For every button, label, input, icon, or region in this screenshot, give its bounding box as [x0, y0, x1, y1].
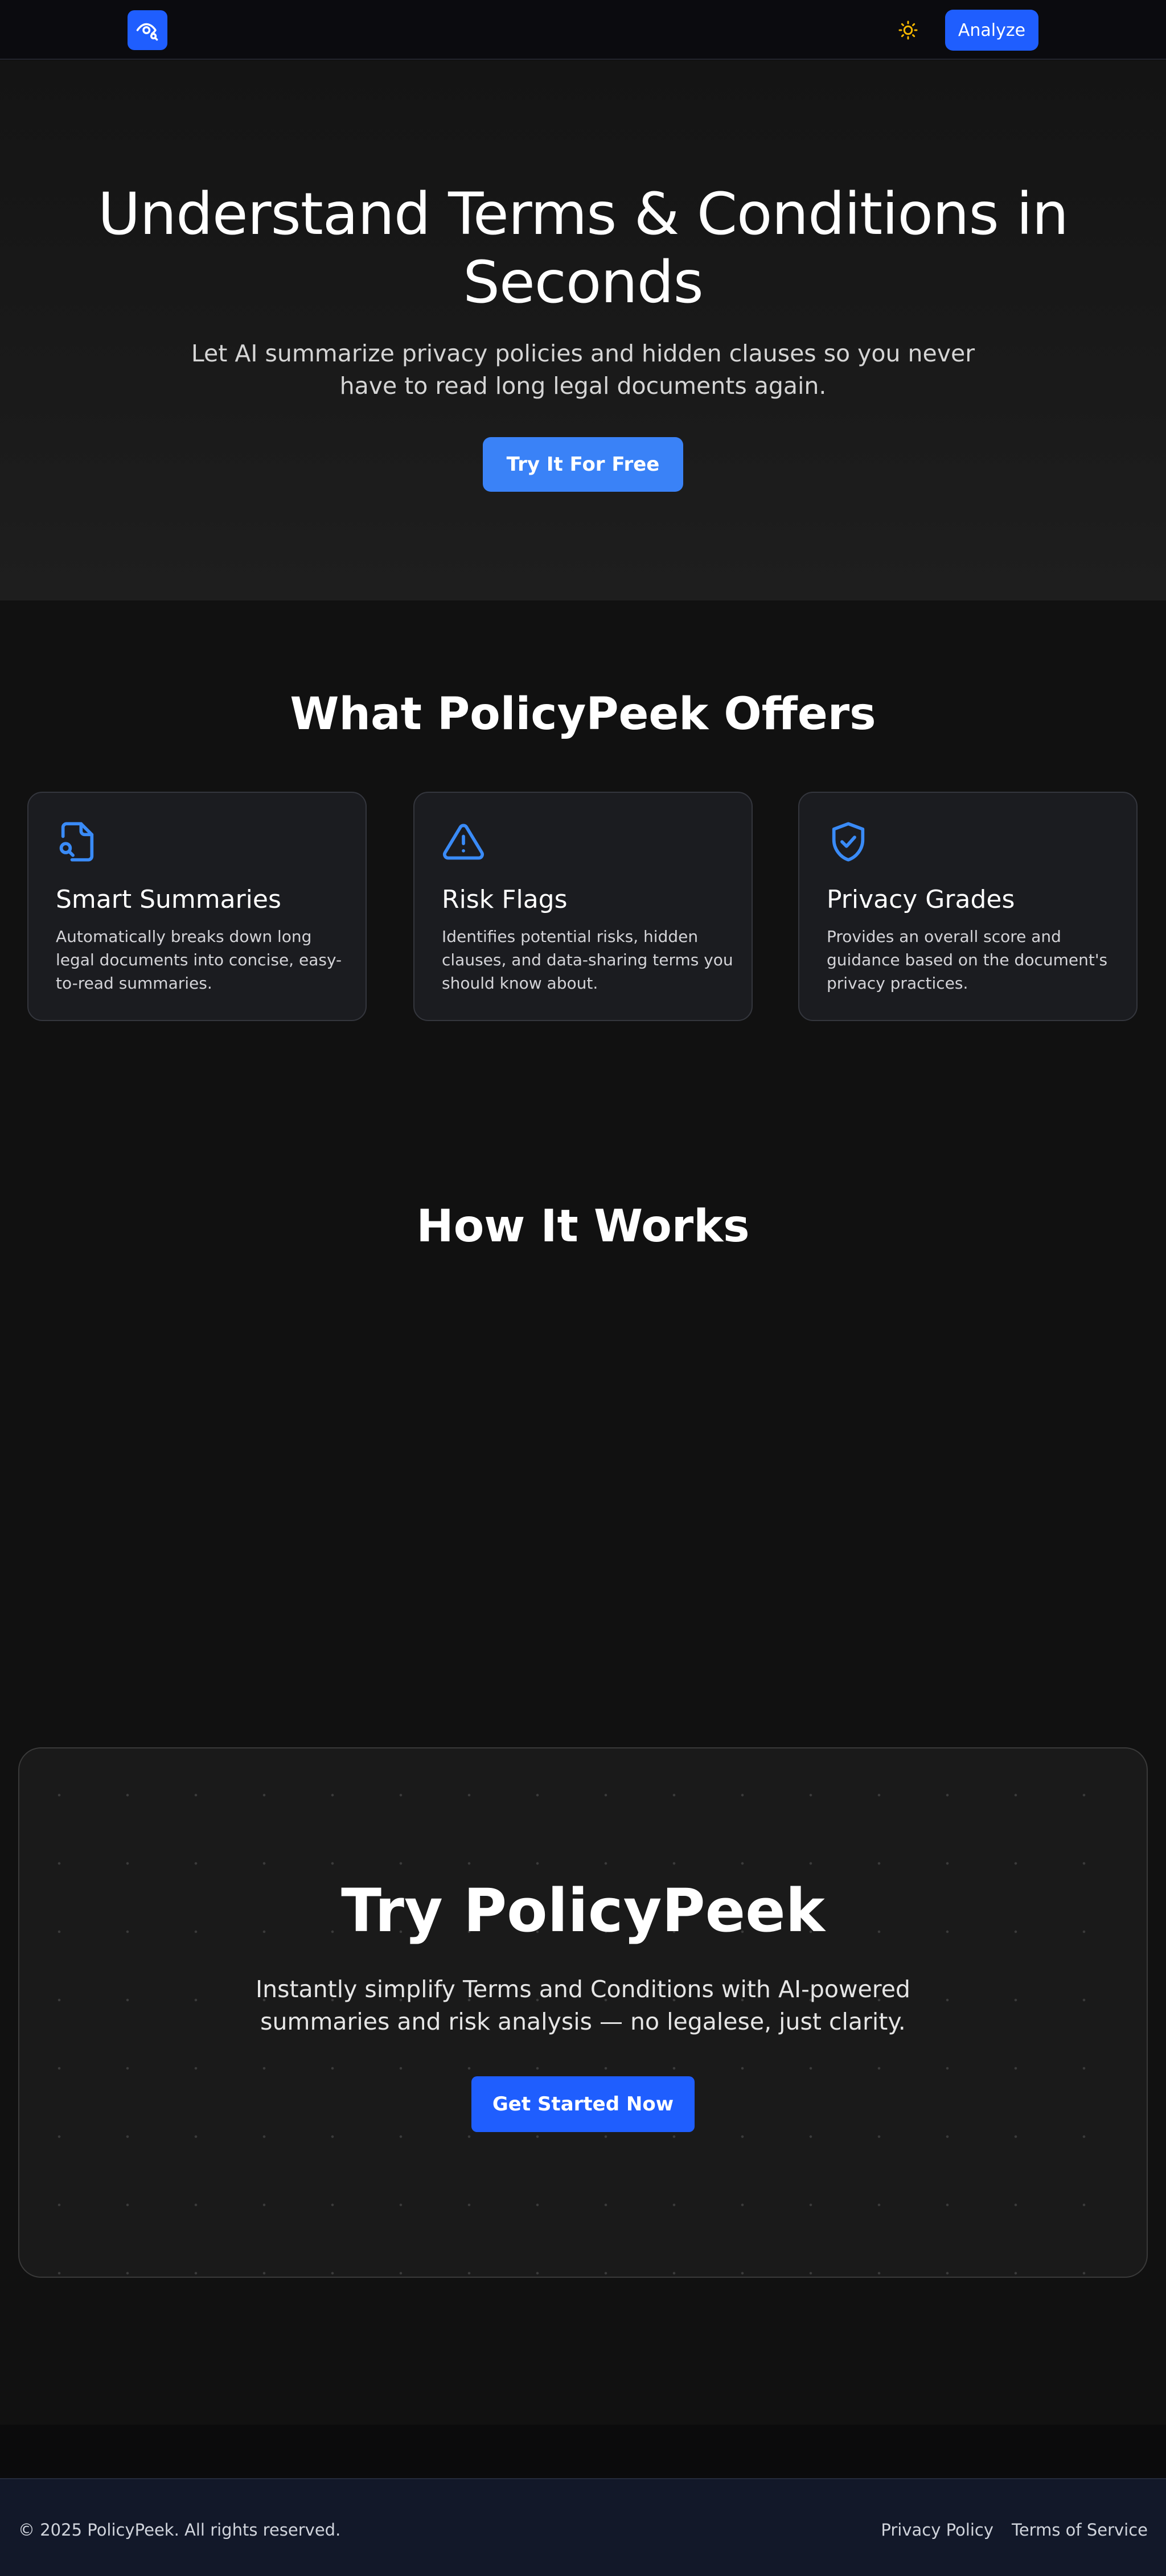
card-title: Risk Flags [442, 885, 568, 914]
how-it-works-title: How It Works [416, 1201, 750, 1252]
footer-links: Privacy Policy Terms of Service [881, 2520, 1148, 2540]
cta-subtitle: Instantly simplify Terms and Conditions … [256, 1976, 910, 2035]
card-title: Smart Summaries [56, 885, 281, 914]
offers-title: What PolicyPeek Offers [290, 689, 876, 740]
feature-card-risk-flags: Risk Flags Identifies potential risks, h… [413, 792, 753, 1021]
cta-title: Try PolicyPeek [341, 1876, 825, 1945]
hero-title: Understand Terms & Conditions in Seconds [97, 180, 1069, 316]
privacy-policy-link[interactable]: Privacy Policy [881, 2520, 993, 2540]
navbar: Analyze [0, 0, 1166, 60]
footer-spacer [0, 2425, 1166, 2478]
shield-check-icon [832, 822, 865, 862]
feature-card-privacy-grades: Privacy Grades Provides an overall score… [798, 792, 1138, 1021]
theme-toggle[interactable] [895, 17, 921, 43]
copyright-text: © 2025 PolicyPeek. All rights reserved. [18, 2520, 341, 2540]
try-free-button[interactable]: Try It For Free [483, 437, 683, 492]
footer: © 2025 PolicyPeek. All rights reserved. … [0, 2478, 1166, 2576]
card-text: Automatically breaks down long legal doc… [56, 927, 342, 993]
eye-search-icon [136, 23, 158, 41]
sun-icon [898, 20, 918, 40]
logo[interactable] [128, 10, 167, 50]
card-text: Provides an overall score and guidance b… [827, 927, 1108, 993]
terms-of-service-link[interactable]: Terms of Service [1012, 2520, 1148, 2540]
get-started-button[interactable]: Get Started Now [471, 2076, 695, 2132]
card-title: Privacy Grades [827, 885, 1015, 914]
hero-subtitle: Let AI summarize privacy policies and hi… [191, 340, 975, 400]
cta-panel: Try PolicyPeek Instantly simplify Terms … [18, 1747, 1148, 2278]
document-search-icon [59, 822, 94, 862]
hero-section: Understand Terms & Conditions in Seconds… [0, 61, 1166, 600]
warning-triangle-icon [443, 824, 484, 860]
card-text: Identifies potential risks, hidden claus… [442, 927, 733, 993]
analyze-button[interactable]: Analyze [945, 10, 1038, 51]
feature-card-smart-summaries: Smart Summaries Automatically breaks dow… [27, 792, 367, 1021]
